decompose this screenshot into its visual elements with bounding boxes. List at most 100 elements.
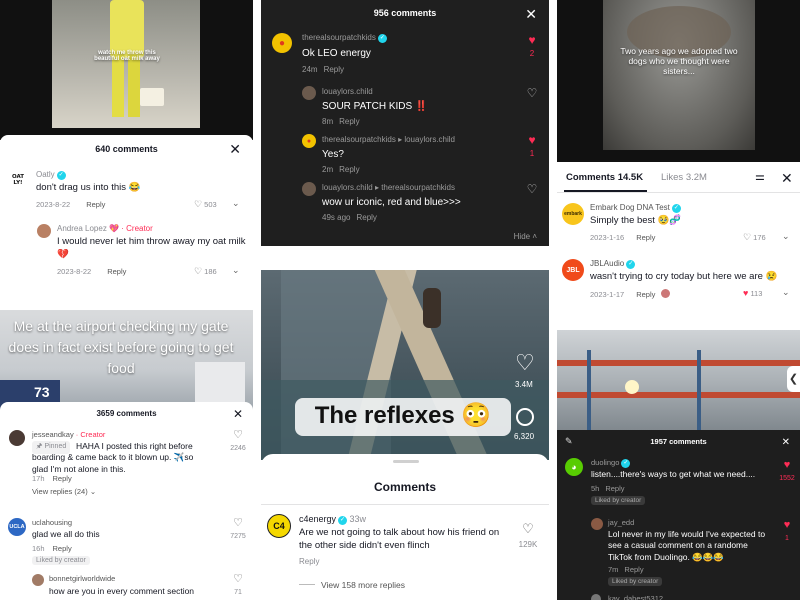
comment-username[interactable]: Andrea Lopez 💖 · Creator	[57, 224, 153, 233]
reply-button[interactable]: Reply	[299, 557, 319, 566]
view-more-replies-button[interactable]: View 158 more replies	[299, 580, 405, 590]
avatar[interactable]: ●	[302, 134, 316, 148]
comment-text: I would never let him throw away my oat …	[57, 236, 246, 260]
like-button[interactable]: ♥ 2	[524, 34, 540, 60]
reply-button[interactable]: Reply	[636, 290, 655, 299]
avatar[interactable]: OAT LY!	[9, 171, 27, 189]
reply-button[interactable]: Reply	[107, 267, 126, 276]
comment-item: Andrea Lopez 💖 · Creator I would never l…	[0, 219, 253, 279]
like-button[interactable]: ♡	[524, 86, 540, 100]
like-button[interactable]: ♡ 7275	[226, 518, 250, 542]
comment-item: jesseandkay · Creator 🖈 Pinned HAHA I po…	[0, 428, 253, 510]
avatar[interactable]: C4	[267, 514, 291, 538]
comment-meta: 2023-1-17 Reply	[590, 289, 671, 299]
comment-username[interactable]: kay_dabest5312	[608, 594, 663, 600]
avatar[interactable]	[591, 518, 603, 530]
like-button[interactable]: ♡ 186	[194, 266, 217, 277]
video-frame[interactable]: The reflexes 😳 ♡ 3.4M 6,320	[261, 270, 549, 460]
heart-icon[interactable]: ♡	[515, 350, 535, 376]
like-button[interactable]: ♡ 503	[194, 199, 217, 210]
comment-username[interactable]: JBLAudio ✓	[590, 259, 636, 269]
panel-embark: Two years ago we adopted two dogs who we…	[557, 0, 800, 308]
close-icon[interactable]: ✕	[233, 407, 243, 421]
dislike-icon[interactable]: ⌄	[782, 287, 790, 298]
avatar[interactable]: UCLA	[8, 518, 26, 536]
dislike-icon[interactable]: ⌄	[232, 198, 240, 209]
comment-username[interactable]: louaylors.child ▸ therealsourpatchkids	[322, 183, 455, 192]
close-icon[interactable]: ✕	[229, 142, 241, 156]
comment-text: wow ur iconic, red and blue>>>	[322, 197, 461, 208]
like-button[interactable]: ♥ 1	[524, 134, 540, 160]
collapse-panel-icon[interactable]: ❮	[787, 366, 800, 392]
comment-username[interactable]: Embark Dog DNA Test ✓	[590, 203, 681, 213]
avatar[interactable]	[9, 430, 25, 446]
like-button[interactable]: ♥ 1	[775, 520, 799, 544]
reply-button[interactable]: Reply	[339, 165, 359, 174]
comment-meta: 2023-1-16 Reply	[590, 233, 656, 242]
avatar[interactable]	[302, 182, 316, 196]
comment-username[interactable]: jay_edd	[608, 518, 634, 527]
comment-username[interactable]: bonnetgirlworldwide	[49, 574, 115, 583]
tab-likes[interactable]: Likes 3.2M	[661, 172, 707, 183]
video-frame[interactable]: Two years ago we adopted two dogs who we…	[557, 0, 800, 162]
comment-sheet: Comments 14.5K Likes 3.2M ⚌ ✕ embark Emb…	[557, 162, 800, 308]
like-button[interactable]: ♡	[524, 182, 540, 196]
comment-username[interactable]: therealsourpatchkids ▸ louaylors.child	[322, 135, 455, 144]
like-button[interactable]: ♡ 2246	[226, 430, 250, 454]
like-button[interactable]: ♡ 71	[226, 574, 250, 598]
close-icon[interactable]: ✕	[781, 171, 793, 185]
comment-text: Are we not going to talk about how his f…	[299, 527, 500, 551]
verified-icon: ✓	[626, 260, 636, 269]
duolingo-avatar[interactable]: ◕	[565, 458, 583, 476]
comment-username[interactable]: jesseandkay · Creator	[32, 430, 105, 439]
comment-username[interactable]: c4energy ✓ 33w	[299, 514, 366, 525]
dislike-icon[interactable]: ⌄	[232, 265, 240, 276]
avatar[interactable]	[591, 594, 601, 600]
verified-icon: ✓	[377, 34, 387, 43]
avatar[interactable]: ●	[272, 33, 292, 53]
avatar[interactable]: embark	[562, 203, 584, 225]
comment-username[interactable]: louaylors.child	[322, 87, 373, 96]
tab-comments[interactable]: Comments 14.5K	[566, 172, 643, 183]
comment-item: louaylors.child ▸ therealsourpatchkids w…	[261, 180, 549, 224]
video-caption: watch me throw this beautiful oat milk a…	[94, 50, 160, 62]
hide-button[interactable]: Hide ˄	[514, 232, 537, 241]
reply-button[interactable]: Reply	[53, 474, 72, 483]
comment-username[interactable]: Oatly ✓	[36, 170, 66, 180]
like-count: 1	[529, 149, 535, 158]
reply-button[interactable]: Reply	[86, 200, 105, 209]
video-frame[interactable]: watch me throw this beautiful oat milk a…	[0, 0, 253, 140]
filter-icon[interactable]: ⚌	[755, 170, 765, 183]
reply-button[interactable]: Reply	[605, 484, 624, 493]
like-count: 71	[234, 589, 242, 596]
reply-button[interactable]: Reply	[339, 117, 359, 126]
view-replies-button[interactable]: View replies (24) ⌄	[32, 487, 96, 496]
reply-button[interactable]: Reply	[636, 233, 655, 242]
reply-button[interactable]: Reply	[324, 65, 344, 74]
avatar[interactable]	[32, 574, 44, 586]
comment-username[interactable]: uclahousing	[32, 518, 72, 527]
close-icon[interactable]: ✕	[782, 436, 790, 450]
like-button[interactable]: ♡ 176	[743, 232, 766, 243]
avatar[interactable]	[302, 86, 316, 100]
comment-bubble-icon[interactable]	[516, 408, 534, 426]
dislike-icon[interactable]: ⌄	[782, 231, 790, 242]
comment-username[interactable]: duolingo ✓	[591, 458, 631, 468]
like-button[interactable]: ♥ 1552	[775, 460, 799, 484]
liked-by-creator: Liked by creator	[32, 556, 90, 565]
reply-button[interactable]: Reply	[53, 544, 72, 553]
comment-item: UCLA uclahousing glad we all do this 16h…	[0, 516, 253, 568]
comment-item: louaylors.child SOUR PATCH KIDS ‼️ 8m Rep…	[261, 84, 549, 128]
comment-username[interactable]: therealsourpatchkids ✓	[302, 33, 387, 43]
avatar[interactable]	[37, 224, 51, 238]
like-button[interactable]: ♥ 113	[743, 288, 762, 298]
close-icon[interactable]: ✕	[525, 7, 537, 21]
chevron-down-icon: ⌄	[89, 487, 97, 496]
reply-button[interactable]: Reply	[624, 565, 643, 574]
video-frame[interactable]: 73 Me at the airport checking my gate do…	[0, 310, 253, 410]
avatar[interactable]: JBL	[562, 259, 584, 281]
like-button[interactable]: ♡ 129K	[513, 522, 543, 551]
reply-button[interactable]: Reply	[356, 213, 376, 222]
comment-count: 3659 comments	[96, 409, 157, 418]
video-frame[interactable]: ❮	[557, 330, 800, 434]
